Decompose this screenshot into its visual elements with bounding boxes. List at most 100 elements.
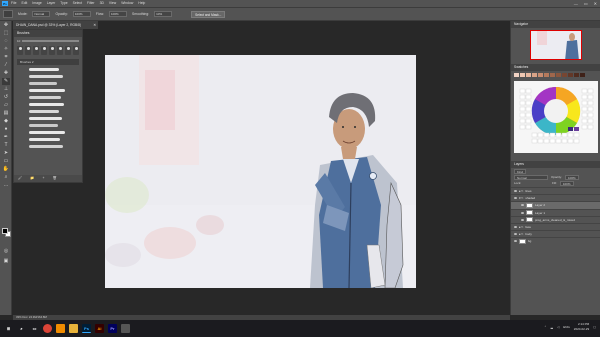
photoshop-taskbar-icon[interactable]: Ps [82,324,91,333]
dodge-tool-icon[interactable]: ● [2,126,10,133]
menu-filter[interactable]: Filter [87,0,95,7]
clone-stamp-tool-icon[interactable]: ⊥ [2,86,10,93]
mode-select[interactable]: Normal [32,11,51,17]
brush-stroke-preview[interactable] [17,116,79,121]
brush-preset[interactable] [25,46,31,55]
layer-row[interactable]: ▾▭ shaded [511,194,600,201]
search-icon[interactable]: ⌕ [17,324,26,333]
crop-tool-icon[interactable]: ⌗ [2,54,10,61]
notifications-icon[interactable]: ▢ [593,325,596,329]
layer-row[interactable]: Layer 2 [511,201,600,209]
vlc-icon[interactable] [56,324,65,333]
menu-file[interactable]: File [11,0,16,7]
maximize-button[interactable]: ▭ [584,0,588,7]
more-tools-icon[interactable]: … [2,182,10,189]
brush-preset[interactable] [73,46,79,55]
opacity-field[interactable]: 100% [72,11,91,17]
type-tool-icon[interactable]: T [2,142,10,149]
zoom-tool-icon[interactable]: ⌕ [2,174,10,181]
select-and-mask-button[interactable]: Select and Mask... [191,10,226,18]
color-swatch[interactable] [544,73,549,77]
menu-image[interactable]: Image [32,0,41,7]
document-canvas[interactable] [105,55,416,288]
brush-stroke-preview[interactable] [17,67,79,72]
brush-preset[interactable] [17,46,23,55]
smoothing-field[interactable]: 10% [154,11,173,17]
brush-preset[interactable] [49,46,55,55]
hand-tool-icon[interactable]: ✋ [2,166,10,173]
brush-stroke-preview[interactable] [17,95,79,100]
layer-fill-field[interactable]: 100% [559,181,574,186]
history-brush-tool-icon[interactable]: ↺ [2,94,10,101]
color-swatch[interactable] [538,73,543,77]
eye-icon[interactable] [521,218,524,221]
brush-stroke-preview[interactable] [17,109,79,114]
marquee-tool-icon[interactable]: ⬚ [2,30,10,37]
layer-opacity-field[interactable]: 100% [565,175,579,180]
brush-stroke-preview[interactable] [17,81,79,86]
eye-icon[interactable] [514,233,517,236]
eyedropper-tool-icon[interactable]: ⁄ [2,62,10,69]
eraser-tool-icon[interactable]: ▱ [2,102,10,109]
file-explorer-icon[interactable] [69,324,78,333]
healing-brush-tool-icon[interactable]: ✚ [2,70,10,77]
lasso-tool-icon[interactable]: ◌ [2,38,10,45]
close-button[interactable]: ✕ [594,0,597,7]
close-document-icon[interactable]: ✕ [93,21,96,29]
quick-mask-icon[interactable]: ◎ [2,248,10,255]
blur-tool-icon[interactable]: ◆ [2,118,10,125]
gradient-tool-icon[interactable]: ▤ [2,110,10,117]
move-tool-icon[interactable]: ✥ [2,22,10,29]
color-swatch[interactable] [568,73,573,77]
brush-stroke-preview[interactable] [17,137,79,142]
new-brush-icon[interactable]: + [43,175,45,182]
layer-row[interactable]: ▸▭ body [511,230,600,237]
layer-row[interactable]: Layer 1 [511,208,600,216]
menu-type[interactable]: Type [60,0,67,7]
brush-stroke-preview[interactable] [17,102,79,107]
screen-mode-icon[interactable]: ▣ [2,258,10,265]
menu-help[interactable]: Help [138,0,145,7]
brush-preset[interactable] [65,46,71,55]
brush-settings-icon[interactable]: 🖌 [18,175,22,182]
brush-stroke-preview[interactable] [17,130,79,135]
menu-3d[interactable]: 3D [100,0,104,7]
language-indicator[interactable]: ENG [563,325,570,329]
magic-wand-tool-icon[interactable]: ✧ [2,46,10,53]
layer-kind-filter[interactable]: Kind [514,169,527,174]
menu-select[interactable]: Select [73,0,82,7]
color-swatch[interactable] [550,73,555,77]
color-swatch[interactable] [562,73,567,77]
layer-row[interactable]: bg [511,237,600,244]
layer-row[interactable]: ▸▭ lines [511,187,600,194]
layers-tab[interactable]: Layers [511,161,600,168]
brushes-panel-title[interactable]: Brushes [14,30,82,37]
minimize-button[interactable]: — [574,0,578,7]
shape-tool-icon[interactable]: ▭ [2,158,10,165]
premiere-taskbar-icon[interactable]: Pr [108,324,117,333]
menu-window[interactable]: Window [121,0,133,7]
brush-size-slider[interactable] [22,40,79,42]
color-swatch[interactable] [520,73,525,77]
eye-icon[interactable] [514,197,517,200]
flow-field[interactable]: 100% [108,11,127,17]
new-group-icon[interactable]: 📁 [30,175,34,182]
blend-mode-select[interactable]: Normal [514,175,548,180]
color-swatch[interactable] [556,73,561,77]
color-swatch[interactable] [574,73,579,77]
swatches-tab[interactable]: Swatches [511,64,600,71]
color-wheel-panel[interactable] [514,81,598,153]
navigator-tab[interactable]: Navigator [511,21,600,28]
pen-tool-icon[interactable]: ✒ [2,134,10,141]
tray-chevron-icon[interactable]: ⌃ [544,325,547,329]
illustrator-taskbar-icon[interactable]: Ai [95,324,104,333]
path-selection-tool-icon[interactable]: ➤ [2,150,10,157]
brush-folder[interactable]: Brushes 2 [17,59,79,65]
app-taskbar-icon[interactable] [121,324,130,333]
eye-icon[interactable] [521,204,524,207]
navigator-thumbnail[interactable] [529,30,582,60]
color-swatch[interactable] [514,73,519,77]
task-view-icon[interactable]: ▭ [30,324,39,333]
document-tab[interactable]: DHAIN_DANA.psd @ 33% (Layer 2, RGB/8) ✕ [13,21,98,29]
brush-stroke-preview[interactable] [17,123,79,128]
